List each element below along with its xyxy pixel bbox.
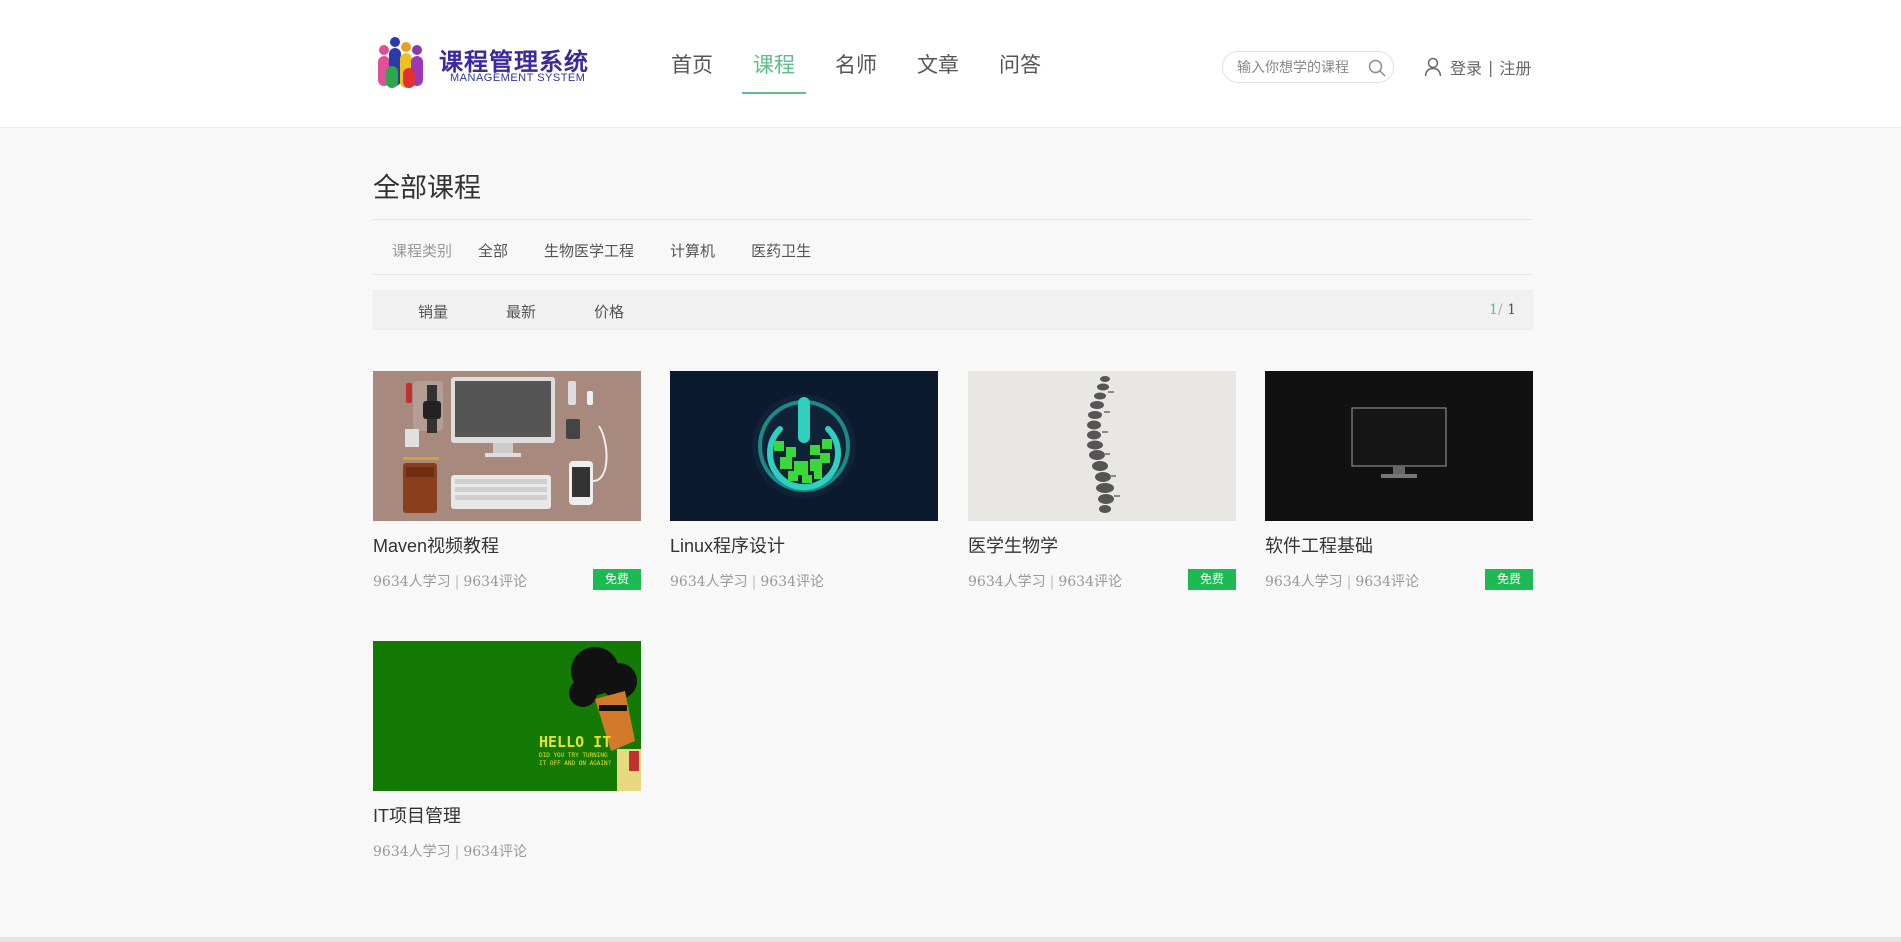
category-all[interactable]: 全部	[478, 240, 508, 261]
divider	[373, 274, 1533, 275]
free-badge: 免费	[1485, 569, 1533, 590]
course-meta: 9634人学习 | 9634评论	[670, 571, 824, 591]
hello-it-line1: DID YOU TRY TURNING	[539, 752, 608, 759]
course-card[interactable]: HELLO IT DID YOU TRY TURNING IT OFF AND …	[373, 641, 641, 891]
main-nav: 首页 课程 名师 文章 问答	[660, 50, 1070, 94]
category-label: 课程类别	[392, 242, 453, 260]
course-thumbnail[interactable]	[373, 371, 641, 521]
course-meta: 9634人学习 | 9634评论	[1265, 571, 1419, 591]
user-icon	[1424, 57, 1442, 77]
hello-it-image: HELLO IT DID YOU TRY TURNING IT OFF AND …	[373, 641, 641, 791]
monitor-image	[1265, 371, 1533, 521]
comment-count: 9634评论	[1355, 574, 1419, 590]
course-card[interactable]: Linux程序设计 9634人学习 | 9634评论	[670, 371, 938, 621]
search-box	[1222, 51, 1394, 83]
footer-divider	[0, 937, 1901, 942]
meta-separator: |	[1346, 574, 1352, 590]
search-input[interactable]	[1237, 58, 1367, 78]
course-title[interactable]: Maven视频教程	[373, 532, 499, 558]
pager-slash: /	[1497, 302, 1503, 318]
user-links: 登录 | 注册	[1424, 55, 1531, 79]
course-title[interactable]: Linux程序设计	[670, 532, 785, 558]
category-biomedical[interactable]: 生物医学工程	[544, 240, 634, 261]
comment-count: 9634评论	[760, 574, 824, 590]
course-thumbnail[interactable]	[1265, 371, 1533, 521]
category-computer[interactable]: 计算机	[670, 240, 715, 261]
pager-total: 1	[1507, 302, 1516, 318]
brand-subtitle: MANAGEMENT SYSTEM	[450, 72, 586, 84]
nav-item-teachers[interactable]: 名师	[824, 50, 888, 94]
power-button-image	[670, 371, 938, 521]
sort-price[interactable]: 价格	[594, 301, 624, 322]
meta-separator: |	[454, 574, 460, 590]
nav-item-courses[interactable]: 课程	[742, 50, 806, 94]
meta-separator: |	[454, 844, 460, 860]
course-thumbnail[interactable]: HELLO IT DID YOU TRY TURNING IT OFF AND …	[373, 641, 641, 791]
course-title[interactable]: 软件工程基础	[1265, 532, 1373, 558]
course-title[interactable]: IT项目管理	[373, 802, 461, 828]
meta-separator: |	[1049, 574, 1055, 590]
spine-image	[968, 371, 1236, 521]
comment-count: 9634评论	[1058, 574, 1122, 590]
course-meta: 9634人学习 | 9634评论	[373, 841, 527, 861]
learner-count: 9634人学习	[670, 574, 748, 590]
course-meta: 9634人学习 | 9634评论	[373, 571, 527, 591]
meta-separator: |	[751, 574, 757, 590]
course-title[interactable]: 医学生物学	[968, 532, 1058, 558]
learner-count: 9634人学习	[1265, 574, 1343, 590]
pager-current: 1	[1488, 302, 1498, 318]
free-badge: 免费	[1188, 569, 1236, 590]
category-medicine[interactable]: 医药卫生	[751, 240, 811, 261]
free-badge: 免费	[593, 569, 641, 590]
course-card[interactable]: Maven视频教程 9634人学习 | 9634评论 免费	[373, 371, 641, 621]
brand-logo[interactable]: 课程管理系统 MANAGEMENT SYSTEM	[373, 34, 588, 94]
nav-item-qa[interactable]: 问答	[988, 50, 1052, 94]
hello-it-text: HELLO IT	[539, 733, 611, 751]
nav-item-articles[interactable]: 文章	[906, 50, 970, 94]
register-link[interactable]: 注册	[1499, 55, 1531, 79]
desk-flatlay-image	[373, 371, 641, 521]
course-thumbnail[interactable]	[968, 371, 1236, 521]
hello-it-line2: IT OFF AND ON AGAIN?	[539, 760, 612, 767]
learner-count: 9634人学习	[373, 844, 451, 860]
learner-count: 9634人学习	[373, 574, 451, 590]
category-filter: 课程类别 全部 生物医学工程 计算机 医药卫生	[392, 240, 847, 261]
comment-count: 9634评论	[463, 574, 527, 590]
user-separator: |	[1488, 57, 1494, 77]
sort-newest[interactable]: 最新	[506, 301, 536, 322]
login-link[interactable]: 登录	[1450, 55, 1482, 79]
course-card[interactable]: 医学生物学 9634人学习 | 9634评论 免费	[968, 371, 1236, 621]
course-thumbnail[interactable]	[670, 371, 938, 521]
logo-figures-icon	[378, 37, 423, 88]
course-meta: 9634人学习 | 9634评论	[968, 571, 1122, 591]
divider	[373, 219, 1533, 220]
sort-sales[interactable]: 销量	[418, 301, 448, 322]
page-title: 全部课程	[373, 173, 481, 204]
pager: 1/ 1	[1489, 302, 1516, 318]
sort-bar: 销量 最新 价格 1/ 1	[373, 290, 1533, 330]
comment-count: 9634评论	[463, 844, 527, 860]
course-card[interactable]: 软件工程基础 9634人学习 | 9634评论 免费	[1265, 371, 1533, 621]
nav-item-home[interactable]: 首页	[660, 50, 724, 94]
search-icon[interactable]	[1368, 59, 1386, 77]
learner-count: 9634人学习	[968, 574, 1046, 590]
